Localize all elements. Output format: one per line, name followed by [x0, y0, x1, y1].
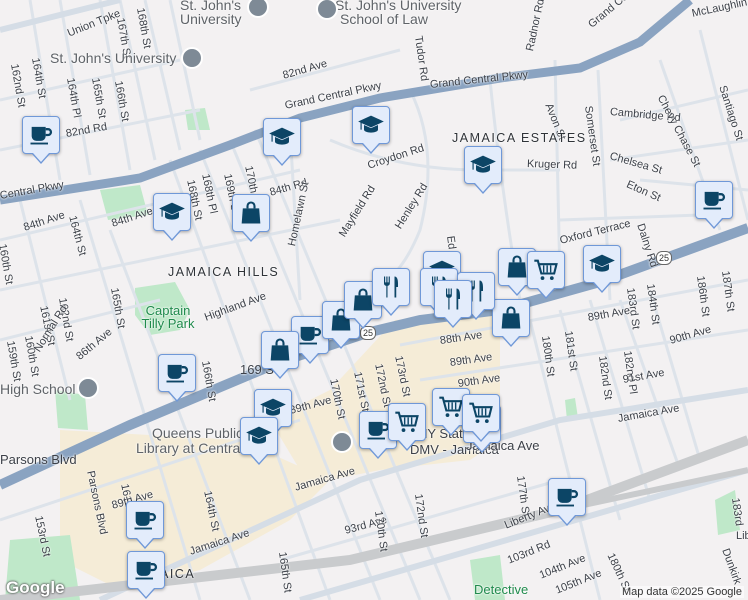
park-label-captain-tilly[interactable]: Captain Tilly Park	[138, 304, 198, 330]
street-label: Kruger Rd	[526, 158, 578, 172]
street-label: Liberty	[736, 530, 748, 542]
street-label: St. John's University	[50, 50, 177, 66]
school-marker[interactable]	[263, 118, 301, 166]
route-25-shield: 25	[656, 251, 672, 265]
school-marker[interactable]	[153, 193, 191, 241]
cart-marker[interactable]	[527, 251, 565, 299]
coffee-marker[interactable]	[158, 354, 196, 402]
shop-marker[interactable]	[232, 194, 270, 242]
shop-marker[interactable]	[261, 331, 299, 379]
street-label: Ed	[444, 235, 458, 251]
street-label: Parsons Blvd	[0, 452, 77, 467]
fork-knife-icon	[377, 273, 405, 301]
coffee-cup-icon	[700, 186, 728, 214]
coffee-cup-icon	[27, 121, 55, 149]
coffee-cup-icon	[132, 556, 160, 584]
shopping-cart-icon	[532, 256, 560, 284]
coffee-marker[interactable]	[126, 501, 164, 549]
coffee-cup-icon	[553, 483, 581, 511]
shopping-bag-icon	[237, 199, 265, 227]
street-label: University	[180, 11, 242, 27]
school-marker[interactable]	[583, 245, 621, 293]
fork-knife-icon	[439, 285, 467, 313]
cart-marker[interactable]	[388, 403, 426, 451]
shopping-bag-icon	[266, 336, 294, 364]
graduation-cap-icon	[469, 151, 497, 179]
coffee-marker[interactable]	[548, 478, 586, 526]
graduation-cap-icon	[357, 111, 385, 139]
shopping-cart-icon	[467, 399, 495, 427]
restaurant-marker[interactable]	[372, 268, 410, 316]
park-label-detective[interactable]: Detective	[474, 583, 528, 596]
area-label-jamaica-hills: JAMAICA HILLS	[168, 265, 280, 279]
restaurant-marker[interactable]	[434, 280, 472, 328]
graduation-cap-icon	[245, 422, 273, 450]
shop-marker[interactable]	[492, 299, 530, 347]
university-poi-icon[interactable]	[181, 47, 203, 69]
school-marker[interactable]	[464, 146, 502, 194]
poi-label-high-school[interactable]: High School	[0, 382, 76, 396]
coffee-marker[interactable]	[695, 181, 733, 229]
shopping-cart-icon	[393, 408, 421, 436]
coffee-marker[interactable]	[22, 116, 60, 164]
poi-label-library-1[interactable]: Queens Public	[152, 426, 243, 440]
coffee-cup-icon	[296, 321, 324, 349]
street-label: AICA	[160, 567, 196, 581]
coffee-cup-icon	[131, 506, 159, 534]
school-marker[interactable]	[352, 106, 390, 154]
map-attribution[interactable]: Map data ©2025 Google	[619, 586, 744, 598]
cart-marker[interactable]	[462, 394, 500, 442]
shopping-bag-icon	[497, 304, 525, 332]
google-logo: Google	[6, 578, 65, 597]
graduation-cap-icon	[588, 250, 616, 278]
graduation-cap-icon	[158, 198, 186, 226]
shopping-cart-icon	[437, 393, 465, 421]
poi-label-library-2[interactable]: Library at Central	[136, 441, 243, 455]
area-label-jamaica-estates: JAMAICA ESTATES	[452, 131, 587, 145]
map-canvas[interactable]: Union Tpke 167th St 168th St St. John's Univ…	[0, 0, 748, 600]
school-poi-icon[interactable]	[77, 377, 99, 399]
graduation-cap-icon	[268, 123, 296, 151]
coffee-marker[interactable]	[127, 551, 165, 599]
government-poi-icon[interactable]	[331, 431, 353, 453]
street-label: School of Law	[340, 11, 428, 27]
school-marker[interactable]	[240, 417, 278, 465]
coffee-cup-icon	[163, 359, 191, 387]
